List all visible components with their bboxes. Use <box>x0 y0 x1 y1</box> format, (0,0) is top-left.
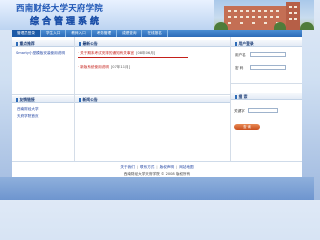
page: 西南财经大学天府学院 综合管理系统 管理员登录 学生入口 教师入口 考务管理 成… <box>0 0 314 200</box>
bullet-icon: · <box>78 65 80 69</box>
school-name: 西南财经大学天府学院 <box>16 4 104 14</box>
footer-link-contact[interactable]: 联系方式 <box>140 165 154 169</box>
nav-exam-affairs[interactable]: 考务管理 <box>92 30 118 37</box>
header-building-image <box>214 0 314 30</box>
username-input[interactable] <box>250 52 286 57</box>
footer-link-copyright[interactable]: 版权声明 <box>160 165 174 169</box>
keyword-input[interactable] <box>248 108 278 113</box>
nav-admin-login[interactable]: 管理员登录 <box>12 30 41 37</box>
nav-student-entry[interactable]: 学生入口 <box>41 30 67 37</box>
notice-row[interactable]: ·关于期末考试安排的通知有关事宜 [08年06月] <box>78 51 155 56</box>
nav-teacher-entry[interactable]: 教师入口 <box>66 30 92 37</box>
row-divider <box>230 83 302 84</box>
recommend-panel-title: 重点推荐 <box>12 40 74 47</box>
notice-row[interactable]: ·新版系统使用说明 [07年11月] <box>78 65 130 70</box>
title-bar-marker <box>79 98 81 102</box>
notice-title[interactable]: 关于期末考试安排的通知有关事宜 <box>80 51 134 55</box>
recommend-link[interactable]: Smarty小型模板安装使用说明 <box>16 51 65 56</box>
keyword-label: 关键字 <box>234 109 245 113</box>
site-logo: 西南财经大学天府学院 综合管理系统 <box>16 2 146 30</box>
site-footer: 关于我们 | 联系方式 | 版权声明 | 网站地图 西南财经大学天府学院 © 2008 版权… <box>12 161 302 177</box>
footer-link-sitemap[interactable]: 网站地图 <box>179 165 193 169</box>
nav-score-query[interactable]: 成绩查询 <box>117 30 143 37</box>
friend-link[interactable]: 天府学院首页 <box>17 114 39 119</box>
footer-link-about[interactable]: 关于我们 <box>120 165 134 169</box>
notice-date: [07年11月] <box>110 65 131 69</box>
main-nav: 管理员登录 学生入口 教师入口 考务管理 成绩查询 在线报名 <box>12 30 302 37</box>
title-bar-marker <box>79 42 81 46</box>
row-divider <box>12 94 230 95</box>
search-panel-title: 搜 索 <box>231 93 302 100</box>
title-bar-marker <box>16 98 18 102</box>
friend-link[interactable]: 西南财经大学 <box>17 107 39 112</box>
news-panel-title: 新闻公告 <box>75 96 230 103</box>
notice-title[interactable]: 新版系统使用说明 <box>80 65 109 69</box>
title-bar-marker <box>235 42 237 46</box>
title-bar-marker <box>235 95 237 99</box>
password-label: 密 码 <box>235 66 244 70</box>
footer-links: 关于我们 | 联系方式 | 版权声明 | 网站地图 <box>12 165 302 170</box>
search-button[interactable]: 查 询 <box>234 124 260 130</box>
site-header: 西南财经大学天府学院 综合管理系统 <box>0 0 314 30</box>
username-label: 用户名 <box>235 53 246 57</box>
friend-links-panel-title: 友情链接 <box>12 96 74 103</box>
notice-separator <box>78 57 188 58</box>
system-name: 综合管理系统 <box>30 17 103 27</box>
main-content: 重点推荐 Smarty小型模板安装使用说明 最新公告 ·关于期末考试安排的通知有… <box>12 37 302 161</box>
login-panel-title: 用户登录 <box>231 40 302 47</box>
password-input[interactable] <box>250 65 286 70</box>
nav-online-signup[interactable]: 在线报名 <box>142 30 168 37</box>
bullet-icon: · <box>78 51 80 55</box>
title-bar-marker <box>16 42 18 46</box>
notice-panel-title: 最新公告 <box>75 40 230 47</box>
notice-date: [08年06月] <box>136 51 156 55</box>
page-bottom-background <box>0 177 314 200</box>
